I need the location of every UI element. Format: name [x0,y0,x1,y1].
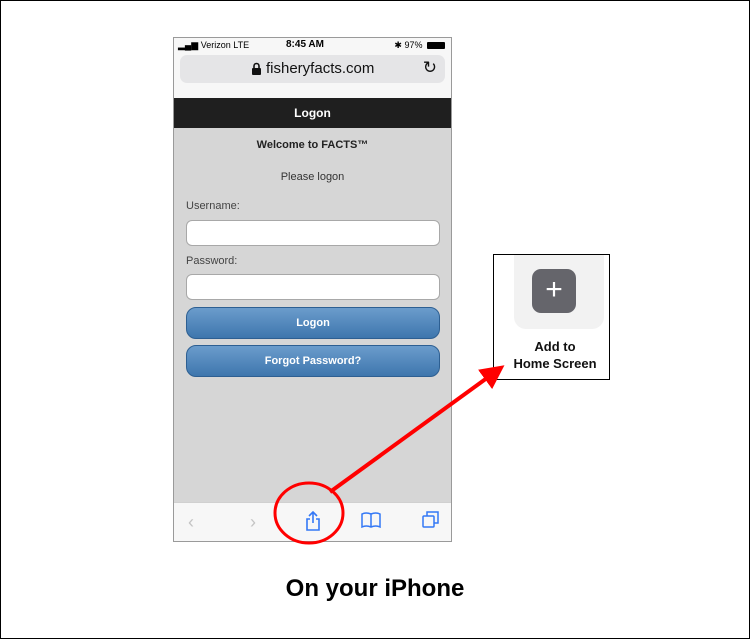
annotation-overlay [273,365,505,545]
callout-arrow [328,365,505,494]
caption: On your iPhone [285,575,465,602]
